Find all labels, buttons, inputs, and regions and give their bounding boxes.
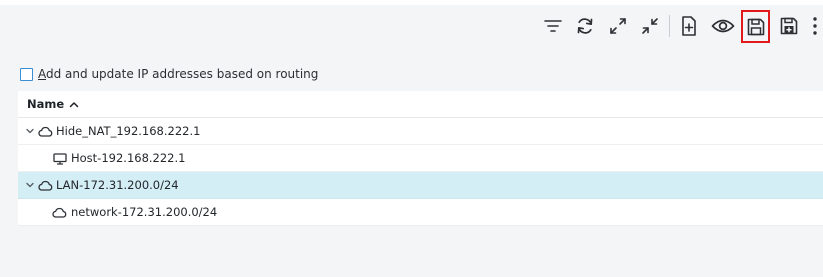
new-document-icon — [682, 16, 696, 36]
object-tree: Name Hide_NAT_192.168.222.1 Host-192.168… — [18, 91, 823, 226]
refresh-icon — [577, 18, 593, 34]
new-document-button[interactable] — [674, 11, 704, 41]
tree-row-label: Host-192.168.222.1 — [71, 151, 186, 165]
chevron-down-icon[interactable] — [26, 127, 34, 135]
more-icon — [812, 17, 817, 35]
toolbar-separator — [669, 15, 670, 37]
sort-ascending-icon — [69, 101, 79, 108]
tree-row-label: Hide_NAT_192.168.222.1 — [56, 124, 201, 138]
more-button[interactable] — [806, 11, 823, 41]
eye-icon — [711, 19, 735, 33]
filter-icon — [544, 20, 562, 32]
tree-row-label: LAN-172.31.200.0/24 — [56, 178, 179, 192]
cloud-icon — [38, 125, 53, 138]
save-as-icon — [780, 17, 798, 35]
tree-row-label: network-172.31.200.0/24 — [71, 205, 218, 219]
view-button[interactable] — [708, 11, 738, 41]
cloud-icon — [38, 179, 53, 192]
monitor-icon — [52, 152, 67, 165]
expand-all-button[interactable] — [603, 11, 633, 41]
tree-row[interactable]: Host-192.168.222.1 — [18, 145, 823, 172]
routing-option: Add and update IP addresses based on rou… — [20, 64, 318, 84]
mnemonic-letter: A — [38, 67, 46, 81]
save-button[interactable] — [741, 10, 770, 43]
tree-row[interactable]: network-172.31.200.0/24 — [18, 199, 823, 226]
save-icon — [747, 18, 764, 35]
toolbar — [0, 5, 823, 47]
chevron-down-icon[interactable] — [26, 181, 34, 189]
tree-row[interactable]: Hide_NAT_192.168.222.1 — [18, 118, 823, 145]
collapse-all-icon — [642, 18, 658, 34]
label-text: dd and update IP addresses based on rout… — [46, 67, 319, 81]
cloud-icon — [52, 206, 67, 219]
refresh-button[interactable] — [570, 11, 600, 41]
filter-button[interactable] — [538, 11, 568, 41]
name-column-header[interactable]: Name — [18, 91, 823, 118]
tree-row[interactable]: LAN-172.31.200.0/24 — [18, 172, 823, 199]
column-title: Name — [27, 97, 65, 111]
save-as-button[interactable] — [774, 11, 804, 41]
collapse-all-button[interactable] — [635, 11, 665, 41]
routing-checkbox[interactable] — [20, 67, 33, 81]
routing-checkbox-label[interactable]: Add and update IP addresses based on rou… — [38, 67, 318, 81]
expand-all-icon — [610, 18, 626, 34]
